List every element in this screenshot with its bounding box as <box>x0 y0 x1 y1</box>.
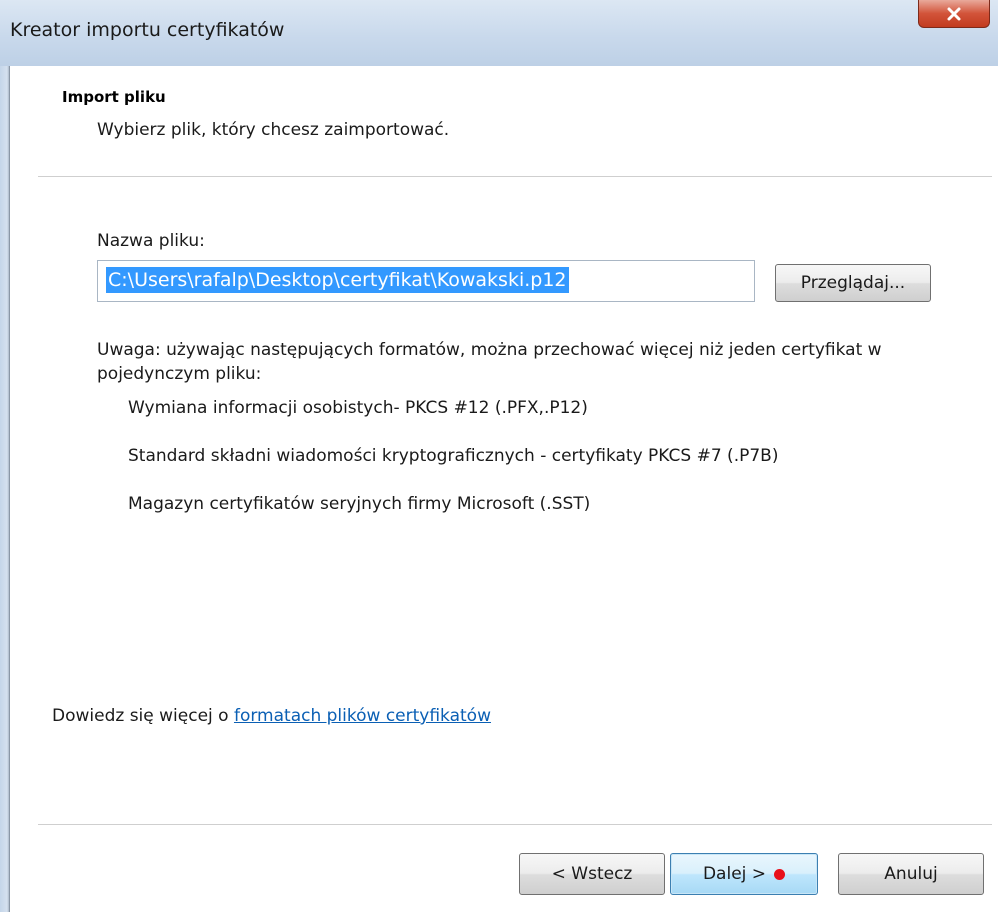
formats-note: Uwaga: używając następujących formatów, … <box>97 340 882 384</box>
header-divider <box>38 176 992 177</box>
page-title: Import pliku <box>62 88 166 106</box>
back-button[interactable]: < Wstecz <box>519 853 665 895</box>
window-title: Kreator importu certyfikatów <box>10 19 285 41</box>
next-button[interactable]: Dalej > <box>670 853 818 895</box>
file-name-label: Nazwa pliku: <box>97 231 205 251</box>
title-bar[interactable]: Kreator importu certyfikatów <box>0 0 998 66</box>
certificate-formats-link[interactable]: formatach plików certyfikatów <box>234 706 491 726</box>
cancel-button-label: Anuluj <box>884 864 938 884</box>
close-button[interactable] <box>918 0 990 28</box>
learn-more-text: Dowiedz się więcej o formatach plików ce… <box>52 706 491 726</box>
format-item-pkcs7: Standard składni wiadomości kryptografic… <box>128 446 779 466</box>
click-marker-dot <box>774 868 786 880</box>
certificate-import-wizard-window: Kreator importu certyfikatów Import plik… <box>0 0 998 912</box>
back-button-label: < Wstecz <box>551 864 633 884</box>
cancel-button[interactable]: Anuluj <box>838 853 984 895</box>
footer-divider <box>38 824 992 825</box>
format-item-sst: Magazyn certyfikatów seryjnych firmy Mic… <box>128 494 591 514</box>
close-icon <box>947 7 961 20</box>
learn-more-prefix: Dowiedz się więcej o <box>52 706 234 726</box>
browse-button[interactable]: Przeglądaj... <box>775 264 931 302</box>
file-name-input[interactable]: C:\Users\rafalp\Desktop\certyfikat\Kowak… <box>97 260 755 302</box>
window-frame-edge <box>9 66 10 912</box>
format-item-pkcs12: Wymiana informacji osobistych- PKCS #12 … <box>128 398 588 418</box>
file-name-value: C:\Users\rafalp\Desktop\certyfikat\Kowak… <box>106 267 569 293</box>
page-subtitle: Wybierz plik, który chcesz zaimportować. <box>97 120 450 140</box>
next-button-label: Dalej > <box>702 864 767 884</box>
